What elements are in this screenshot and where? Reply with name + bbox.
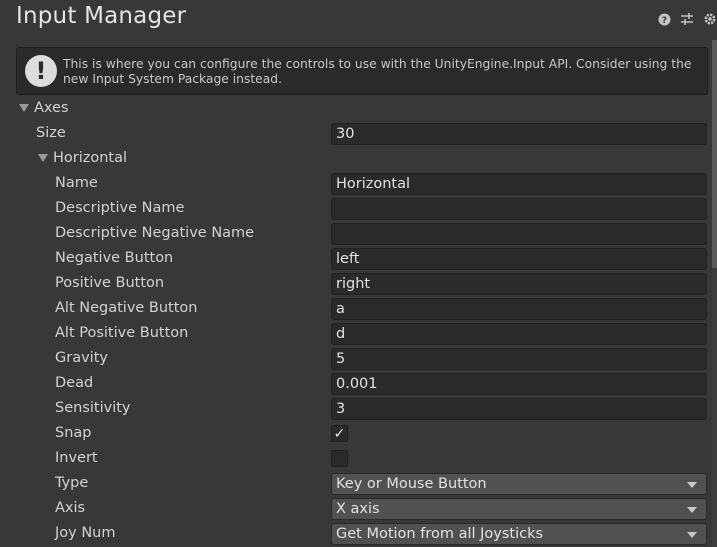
alt-negative-button-row: Alt Negative Button a bbox=[0, 297, 717, 322]
descriptive-negative-name-label: Descriptive Negative Name bbox=[55, 225, 255, 241]
axes-label: Axes bbox=[34, 100, 69, 116]
sensitivity-field[interactable]: 3 bbox=[331, 398, 707, 420]
snap-checkbox[interactable]: ✓ bbox=[331, 425, 348, 442]
name-label: Name bbox=[55, 175, 98, 191]
chevron-down-icon bbox=[687, 482, 697, 488]
chevron-down-icon bbox=[687, 532, 697, 538]
help-text: This is where you can configure the cont… bbox=[63, 57, 692, 86]
fold-down-icon[interactable] bbox=[19, 104, 29, 112]
alt-negative-button-label: Alt Negative Button bbox=[55, 300, 198, 316]
negative-button-label: Negative Button bbox=[55, 250, 174, 266]
axis-row: Axis X axis bbox=[0, 497, 717, 522]
type-label: Type bbox=[55, 475, 89, 491]
axis-label: Axis bbox=[55, 500, 86, 516]
name-field[interactable]: Horizontal bbox=[331, 173, 707, 195]
dead-label: Dead bbox=[55, 375, 94, 391]
positive-button-field[interactable]: right bbox=[331, 273, 707, 295]
help-box: ! This is where you can configure the co… bbox=[16, 47, 708, 95]
fold-down-icon[interactable] bbox=[38, 154, 48, 162]
alt-positive-button-label: Alt Positive Button bbox=[55, 325, 189, 341]
vertical-scrollbar[interactable] bbox=[712, 40, 717, 547]
alt-negative-button-field[interactable]: a bbox=[331, 298, 707, 320]
warning-icon: ! bbox=[25, 55, 57, 87]
alt-positive-button-row: Alt Positive Button d bbox=[0, 322, 717, 347]
chevron-down-icon bbox=[687, 507, 697, 513]
size-label: Size bbox=[36, 125, 66, 141]
horizontal-label: Horizontal bbox=[53, 150, 128, 166]
gravity-field[interactable]: 5 bbox=[331, 348, 707, 370]
joy-num-row: Joy Num Get Motion from all Joysticks bbox=[0, 522, 717, 547]
type-row: Type Key or Mouse Button bbox=[0, 472, 717, 497]
descriptive-negative-name-field[interactable] bbox=[331, 223, 707, 245]
axes-row[interactable]: Axes bbox=[0, 97, 717, 122]
name-row: Name Horizontal bbox=[0, 172, 717, 197]
axis-dropdown[interactable]: X axis bbox=[331, 498, 707, 520]
svg-text:?: ? bbox=[661, 16, 666, 26]
descriptive-name-row: Descriptive Name bbox=[0, 197, 717, 222]
invert-checkbox[interactable] bbox=[331, 450, 348, 467]
joy-num-dropdown[interactable]: Get Motion from all Joysticks bbox=[331, 523, 707, 545]
axis-dropdown-value: X axis bbox=[336, 501, 380, 517]
positive-button-label: Positive Button bbox=[55, 275, 165, 291]
negative-button-field[interactable]: left bbox=[331, 248, 707, 270]
settings-icon[interactable] bbox=[703, 12, 717, 26]
invert-label: Invert bbox=[55, 450, 98, 466]
invert-row: Invert bbox=[0, 447, 717, 472]
type-dropdown[interactable]: Key or Mouse Button bbox=[331, 473, 707, 495]
negative-button-row: Negative Button left bbox=[0, 247, 717, 272]
descriptive-negative-name-row: Descriptive Negative Name bbox=[0, 222, 717, 247]
descriptive-name-label: Descriptive Name bbox=[55, 200, 185, 216]
size-field[interactable]: 30 bbox=[331, 123, 707, 145]
descriptive-name-field[interactable] bbox=[331, 198, 707, 220]
sensitivity-row: Sensitivity 3 bbox=[0, 397, 717, 422]
gravity-label: Gravity bbox=[55, 350, 108, 366]
joy-num-dropdown-value: Get Motion from all Joysticks bbox=[336, 526, 544, 542]
snap-row: Snap ✓ bbox=[0, 422, 717, 447]
horizontal-row[interactable]: Horizontal bbox=[0, 147, 717, 172]
snap-label: Snap bbox=[55, 425, 92, 441]
header-icons: ? bbox=[657, 12, 717, 26]
window-title: Input Manager bbox=[16, 3, 187, 29]
sensitivity-label: Sensitivity bbox=[55, 400, 131, 416]
dead-field[interactable]: 0.001 bbox=[331, 373, 707, 395]
gravity-row: Gravity 5 bbox=[0, 347, 717, 372]
scrollbar-thumb[interactable] bbox=[712, 40, 717, 268]
positive-button-row: Positive Button right bbox=[0, 272, 717, 297]
alt-positive-button-field[interactable]: d bbox=[331, 323, 707, 345]
type-dropdown-value: Key or Mouse Button bbox=[336, 476, 487, 492]
joy-num-label: Joy Num bbox=[55, 525, 116, 541]
help-icon[interactable]: ? bbox=[657, 12, 671, 26]
preset-icon[interactable] bbox=[680, 12, 694, 26]
size-row: Size 30 bbox=[0, 122, 717, 147]
dead-row: Dead 0.001 bbox=[0, 372, 717, 397]
